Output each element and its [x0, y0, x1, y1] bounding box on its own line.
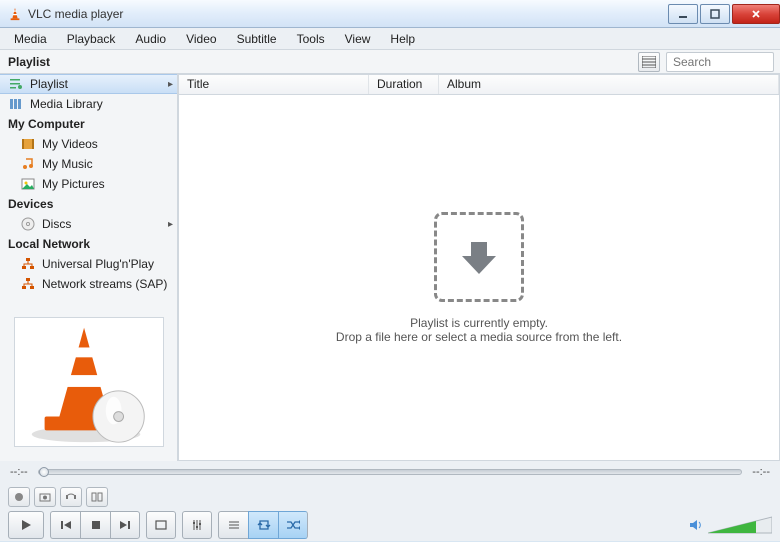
sidebar-item-label: Media Library	[30, 97, 103, 111]
picture-icon	[20, 176, 36, 192]
col-duration[interactable]: Duration	[369, 75, 439, 94]
playlist-pane: Title Duration Album Playlist is current…	[178, 74, 780, 461]
media-library-icon	[8, 96, 24, 112]
menu-bar: Media Playback Audio Video Subtitle Tool…	[0, 28, 780, 50]
menu-video[interactable]: Video	[176, 30, 226, 48]
music-icon	[20, 156, 36, 172]
sidebar-item-my-pictures[interactable]: My Pictures	[0, 174, 177, 194]
time-elapsed[interactable]: --:--	[10, 466, 28, 478]
menu-view[interactable]: View	[335, 30, 381, 48]
empty-playlist-message[interactable]: Playlist is currently empty. Drop a file…	[179, 95, 779, 460]
view-mode-button[interactable]	[638, 52, 660, 72]
sidebar-item-my-videos[interactable]: My Videos	[0, 134, 177, 154]
minimize-button[interactable]	[668, 4, 698, 24]
playlist-icon	[8, 76, 24, 92]
sidebar-item-sap[interactable]: Network streams (SAP)	[0, 274, 177, 294]
close-button[interactable]	[732, 4, 780, 24]
menu-subtitle[interactable]: Subtitle	[227, 30, 287, 48]
extended-settings-button[interactable]	[182, 511, 212, 539]
window-title: VLC media player	[28, 7, 123, 21]
maximize-button[interactable]	[700, 4, 730, 24]
search-input[interactable]	[666, 52, 774, 72]
controls: 75%	[0, 483, 780, 541]
video-icon	[20, 136, 36, 152]
col-album[interactable]: Album	[439, 75, 779, 94]
sidebar-item-label: Network streams (SAP)	[42, 277, 167, 291]
toggle-playlist-button[interactable]	[218, 511, 248, 539]
seek-knob[interactable]	[39, 467, 49, 477]
empty-line-2: Drop a file here or select a media sourc…	[336, 330, 622, 344]
sidebar-item-upnp[interactable]: Universal Plug'n'Play	[0, 254, 177, 274]
sidebar-item-label: My Videos	[42, 137, 98, 151]
sidebar-item-label: My Music	[42, 157, 93, 171]
menu-help[interactable]: Help	[380, 30, 425, 48]
sidebar-header-mycomputer: My Computer	[0, 114, 177, 134]
sidebar-item-label: My Pictures	[42, 177, 105, 191]
sidebar-item-label: Discs	[42, 217, 71, 231]
network-icon	[20, 256, 36, 272]
atob-loop-button[interactable]	[60, 487, 82, 507]
sidebar-header-devices: Devices	[0, 194, 177, 214]
title-bar: VLC media player	[0, 0, 780, 28]
volume-percent: 75%	[746, 0, 766, 1]
sidebar-item-playlist[interactable]: Playlist ▸	[0, 74, 177, 94]
next-button[interactable]	[110, 511, 140, 539]
seek-row: --:-- --:--	[0, 461, 780, 483]
menu-audio[interactable]: Audio	[125, 30, 176, 48]
sidebar-item-media-library[interactable]: Media Library	[0, 94, 177, 114]
header-row: Playlist	[0, 50, 780, 74]
col-title[interactable]: Title	[179, 75, 369, 94]
sidebar-item-label: Playlist	[30, 77, 68, 91]
snapshot-button[interactable]	[34, 487, 56, 507]
network-icon	[20, 276, 36, 292]
drop-target-icon	[434, 212, 524, 302]
vlc-cone-icon	[8, 7, 22, 21]
sidebar: Playlist ▸ Media Library My Computer My …	[0, 74, 178, 461]
previous-button[interactable]	[50, 511, 80, 539]
sidebar-item-my-music[interactable]: My Music	[0, 154, 177, 174]
menu-media[interactable]: Media	[4, 30, 57, 48]
chevron-right-icon: ▸	[168, 219, 173, 230]
menu-playback[interactable]: Playback	[57, 30, 126, 48]
time-total[interactable]: --:--	[752, 466, 770, 478]
frame-step-button[interactable]	[86, 487, 108, 507]
sidebar-header-localnetwork: Local Network	[0, 234, 177, 254]
disc-icon	[20, 216, 36, 232]
shuffle-button[interactable]	[278, 511, 308, 539]
playlist-heading: Playlist	[0, 55, 178, 69]
loop-button[interactable]	[248, 511, 278, 539]
column-headers: Title Duration Album	[179, 75, 779, 95]
fullscreen-button[interactable]	[146, 511, 176, 539]
record-button[interactable]	[8, 487, 30, 507]
play-button[interactable]	[8, 511, 44, 539]
volume-slider[interactable]	[708, 515, 772, 535]
sidebar-item-discs[interactable]: Discs ▸	[0, 214, 177, 234]
menu-tools[interactable]: Tools	[287, 30, 335, 48]
speaker-icon[interactable]	[688, 517, 704, 533]
seek-bar[interactable]	[38, 469, 743, 475]
sidebar-item-label: Universal Plug'n'Play	[42, 257, 154, 271]
empty-line-1: Playlist is currently empty.	[410, 316, 548, 330]
album-art-box	[14, 317, 164, 447]
stop-button[interactable]	[80, 511, 110, 539]
chevron-right-icon: ▸	[168, 79, 173, 90]
